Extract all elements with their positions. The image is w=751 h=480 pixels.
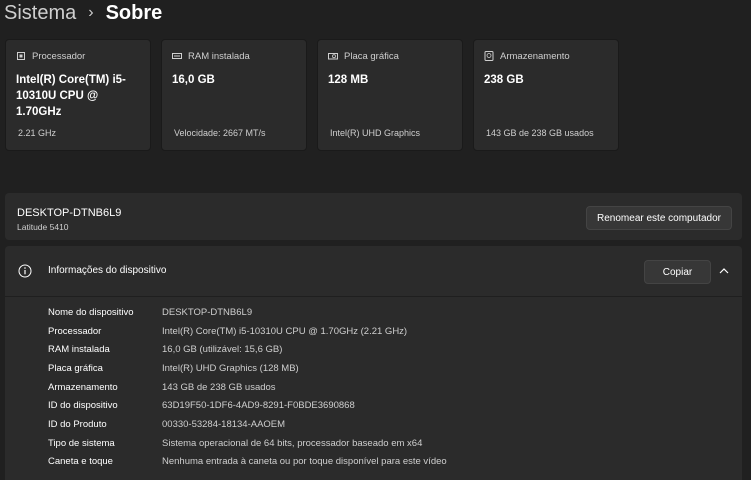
card-subtext: 2.21 GHz [18, 128, 57, 138]
card-header: Processador [16, 50, 140, 62]
spec-value: DESKTOP-DTNB6L9 [162, 306, 253, 318]
spec-label: Processador [48, 325, 102, 337]
rename-computer-button[interactable]: Renomear este computador [586, 206, 732, 230]
card-label: Processador [32, 50, 86, 62]
spec-value: Sistema operacional de 64 bits, processa… [162, 437, 423, 449]
spec-row-pen-touch: Caneta e toque Nenhuma entrada à caneta o… [48, 453, 447, 472]
breadcrumb: Sistema › Sobre [4, 0, 162, 26]
card-value: 16,0 GB [172, 74, 215, 86]
chevron-right-icon: › [88, 4, 94, 21]
card-header: Placa gráfica [328, 50, 452, 62]
card-label: RAM instalada [188, 50, 250, 62]
card-subtext: Intel(R) UHD Graphics [330, 128, 421, 138]
spec-value: Nenhuma entrada à caneta ou por toque di… [162, 456, 447, 468]
spec-label: Tipo de sistema [48, 437, 115, 449]
spec-label: ID do dispositivo [48, 400, 118, 412]
card-storage: Armazenamento 238 GB 143 GB de 238 GB us… [473, 39, 619, 151]
spec-row-graphics: Placa gráfica Intel(R) UHD Graphics (128 … [48, 359, 447, 378]
card-graphics: Placa gráfica 128 MB Intel(R) UHD Graphi… [317, 39, 463, 151]
storage-icon [484, 51, 494, 61]
breadcrumb-sistema[interactable]: Sistema [4, 0, 76, 26]
chevron-up-icon[interactable] [718, 265, 730, 277]
spec-cards: Processador Intel(R) Core(TM) i5-10310U … [5, 39, 619, 151]
device-specs-list: Nome do dispositivo DESKTOP-DTNB6L9 Proce… [48, 303, 447, 471]
card-header: RAM instalada [172, 50, 296, 62]
spec-label: Placa gráfica [48, 362, 103, 374]
spec-row-device-name: Nome do dispositivo DESKTOP-DTNB6L9 [48, 303, 447, 322]
card-header: Armazenamento [484, 50, 608, 62]
card-value: 128 MB [328, 74, 369, 86]
card-subtext: Velocidade: 2667 MT/s [174, 128, 266, 138]
card-label: Placa gráfica [344, 50, 399, 62]
card-value: Intel(R) Core(TM) i5-10310U CPU @ 1.70GH… [16, 74, 126, 118]
processor-icon [17, 52, 25, 60]
card-subtext: 143 GB de 238 GB usados [486, 128, 594, 138]
spec-value: 00330-53284-18134-AAOEM [162, 418, 286, 430]
spec-row-device-id: ID do dispositivo 63D19F50-1DF6-4AD9-8291… [48, 396, 447, 415]
spec-row-storage: Armazenamento 143 GB de 238 GB usados [48, 378, 447, 397]
device-info-header[interactable]: Informações do dispositivo Copiar [5, 246, 742, 297]
info-icon [18, 264, 32, 278]
spec-row-processor: Processador Intel(R) Core(TM) i5-10310U C… [48, 322, 447, 341]
spec-label: RAM instalada [48, 344, 110, 356]
graphics-card-icon [328, 53, 338, 60]
spec-label: Nome do dispositivo [48, 306, 134, 318]
device-info-title: Informações do dispositivo [48, 265, 167, 276]
spec-value: Intel(R) UHD Graphics (128 MB) [162, 362, 299, 374]
card-processor: Processador Intel(R) Core(TM) i5-10310U … [5, 39, 151, 151]
spec-label: Caneta e toque [48, 456, 113, 468]
device-info-section: Informações do dispositivo Copiar Nome d… [5, 246, 742, 480]
spec-row-product-id: ID do Produto 00330-53284-18134-AAOEM [48, 415, 447, 434]
page-title: Sobre [105, 2, 163, 24]
spec-row-ram: RAM instalada 16,0 GB (utilizável: 15,6 G… [48, 340, 447, 359]
computer-name: DESKTOP-DTNB6L9 [17, 207, 122, 219]
spec-value: Intel(R) Core(TM) i5-10310U CPU @ 1.70GH… [162, 325, 408, 337]
spec-value: 16,0 GB (utilizável: 15,6 GB) [162, 344, 283, 356]
spec-value: 63D19F50-1DF6-4AD9-8291-F0BDE3690868 [162, 400, 355, 412]
spec-row-system-type: Tipo de sistema Sistema operacional de 64… [48, 434, 447, 453]
card-label: Armazenamento [500, 50, 570, 62]
copy-button[interactable]: Copiar [644, 260, 711, 284]
card-value: 238 GB [484, 74, 524, 86]
ram-icon [172, 53, 182, 59]
pc-name-section: DESKTOP-DTNB6L9 Latitude 5410 Renomear e… [5, 193, 742, 240]
computer-model: Latitude 5410 [17, 222, 69, 232]
spec-value: 143 GB de 238 GB usados [162, 381, 276, 393]
spec-label: Armazenamento [48, 381, 118, 393]
card-ram: RAM instalada 16,0 GB Velocidade: 2667 M… [161, 39, 307, 151]
spec-label: ID do Produto [48, 418, 107, 430]
